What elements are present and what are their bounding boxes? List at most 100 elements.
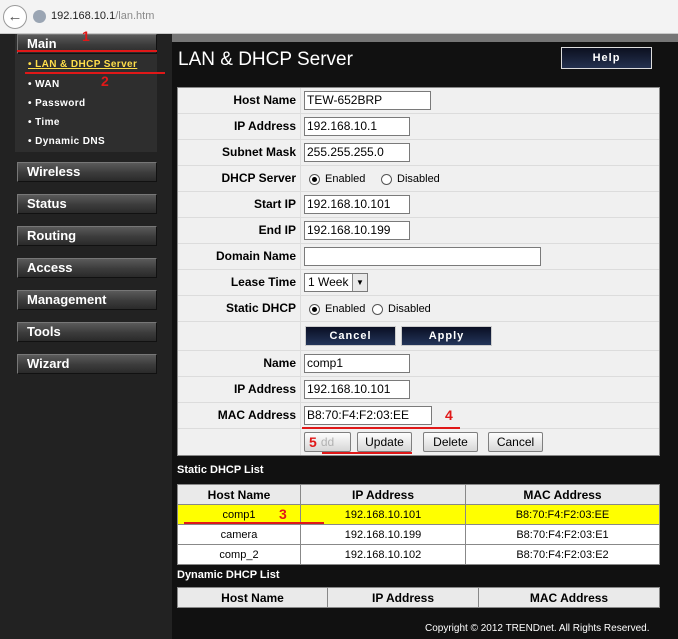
subnav-lan-dhcp-server[interactable]: • LAN & DHCP Server (28, 59, 137, 70)
end-ip-row: End IP 192.168.10.199 (178, 218, 659, 244)
end-ip-label: End IP (178, 218, 301, 243)
dhcp-server-row: DHCP Server Enabled Disabled (178, 166, 659, 192)
table-row[interactable]: comp_2 192.168.10.102 B8:70:F4:F2:03:E2 (177, 544, 660, 565)
subnav-time[interactable]: • Time (28, 117, 60, 128)
annotation-underline-3 (184, 522, 324, 524)
static-mac-input[interactable]: B8:70:F4:F2:03:EE (304, 406, 432, 425)
subnet-mask-label: Subnet Mask (178, 140, 301, 165)
annotation-underline-2 (25, 72, 165, 74)
static-ip-label: IP Address (178, 377, 301, 402)
static-ip-input[interactable]: 192.168.10.101 (304, 380, 410, 399)
static-mac-label: MAC Address (178, 403, 301, 428)
dynamic-dhcp-table: Host Name IP Address MAC Address (177, 587, 660, 608)
subnav-wan[interactable]: • WAN (28, 79, 60, 90)
row-ip-address: 192.168.10.102 (300, 544, 466, 565)
end-ip-input[interactable]: 192.168.10.199 (304, 221, 410, 240)
delete-button[interactable]: Delete (423, 432, 478, 452)
dhcp-server-label: DHCP Server (178, 166, 301, 191)
nav-tools-button[interactable]: Tools (17, 322, 157, 342)
dynamic-dhcp-list-title: Dynamic DHCP List (177, 569, 280, 581)
col-host-name: Host Name (177, 484, 301, 505)
nav-routing-button[interactable]: Routing (17, 226, 157, 246)
header-strip (172, 34, 678, 42)
col-host-name: Host Name (177, 587, 328, 608)
nav-status-button[interactable]: Status (17, 194, 157, 214)
annotation-underline-1 (17, 50, 157, 52)
table-row[interactable]: camera 192.168.10.199 B8:70:F4:F2:03:E1 (177, 524, 660, 545)
cancel-static-button[interactable]: Cancel (488, 432, 543, 452)
static-disabled-radio[interactable]: Disabled (372, 296, 431, 322)
start-ip-input[interactable]: 192.168.10.101 (304, 195, 410, 214)
static-enabled-radio[interactable]: Enabled (309, 296, 365, 322)
cancel-button[interactable]: Cancel (305, 326, 396, 346)
nav-wizard-button[interactable]: Wizard (17, 354, 157, 374)
copyright-footer: Copyright © 2012 TRENDnet. All Rights Re… (425, 623, 650, 634)
annotation-number-3: 3 (279, 506, 287, 522)
static-dhcp-list-title: Static DHCP List (177, 464, 264, 476)
dhcp-disabled-radio[interactable]: Disabled (381, 166, 440, 192)
globe-icon (33, 10, 46, 23)
annotation-number-1: 1 (82, 28, 90, 44)
static-dhcp-row: Static DHCP Enabled Disabled (178, 296, 659, 322)
url-field[interactable]: 192.168.10.1/lan.htm (51, 10, 154, 22)
row-host-name: camera (177, 524, 301, 545)
content-area: LAN & DHCP Server Help Host Name TEW-652… (172, 34, 678, 639)
nav-access-button[interactable]: Access (17, 258, 157, 278)
ip-address-input[interactable]: 192.168.10.1 (304, 117, 410, 136)
table-header-row: Host Name IP Address MAC Address (177, 587, 660, 608)
ip-address-label: IP Address (178, 114, 301, 139)
annotation-number-5: 5 (309, 434, 317, 450)
annotation-underline-5 (322, 452, 412, 454)
static-mac-row: MAC Address B8:70:F4:F2:03:EE (178, 403, 659, 429)
domain-name-input[interactable] (304, 247, 541, 266)
page-title: LAN & DHCP Server (178, 49, 353, 70)
static-name-input[interactable]: comp1 (304, 354, 410, 373)
static-name-label: Name (178, 351, 301, 376)
nav-wireless-button[interactable]: Wireless (17, 162, 157, 182)
row-mac-address: B8:70:F4:F2:03:E2 (465, 544, 660, 565)
row-ip-address: 192.168.10.101 (300, 504, 466, 525)
lease-time-select[interactable]: 1 Week ▼ (304, 273, 368, 292)
radio-selected-icon (309, 303, 320, 315)
static-ip-row: IP Address 192.168.10.101 (178, 377, 659, 403)
subnet-mask-row: Subnet Mask 255.255.255.0 (178, 140, 659, 166)
subnav-dynamic-dns[interactable]: • Dynamic DNS (28, 136, 105, 147)
static-actions-row: dd Update Delete Cancel (178, 429, 659, 455)
chevron-down-icon: ▼ (352, 274, 367, 291)
static-dhcp-table: Host Name IP Address MAC Address comp1 1… (177, 484, 660, 565)
col-mac-address: MAC Address (478, 587, 660, 608)
domain-name-label: Domain Name (178, 244, 301, 269)
lease-time-row: Lease Time 1 Week ▼ (178, 270, 659, 296)
static-name-row: Name comp1 (178, 351, 659, 377)
sidebar: Main • LAN & DHCP Server • WAN • Passwor… (0, 28, 172, 639)
apply-row: Cancel Apply (178, 322, 659, 351)
static-dhcp-label: Static DHCP (178, 296, 301, 321)
help-button[interactable]: Help (561, 47, 652, 69)
subnav-password[interactable]: • Password (28, 98, 86, 109)
subnet-mask-input[interactable]: 255.255.255.0 (304, 143, 410, 162)
nav-management-button[interactable]: Management (17, 290, 157, 310)
back-arrow-icon[interactable]: ← (3, 5, 27, 29)
apply-button[interactable]: Apply (401, 326, 492, 346)
radio-unselected-icon (372, 303, 383, 315)
annotation-underline-4 (302, 427, 460, 429)
browser-address-bar: ← 192.168.10.1/lan.htm (0, 0, 678, 34)
annotation-number-2: 2 (101, 73, 109, 89)
host-name-row: Host Name TEW-652BRP (178, 88, 659, 114)
annotation-number-4: 4 (445, 407, 453, 423)
row-mac-address: B8:70:F4:F2:03:E1 (465, 524, 660, 545)
domain-name-row: Domain Name (178, 244, 659, 270)
row-ip-address: 192.168.10.199 (300, 524, 466, 545)
dhcp-enabled-radio[interactable]: Enabled (309, 166, 365, 192)
host-name-label: Host Name (178, 88, 301, 113)
row-host-name: comp_2 (177, 544, 301, 565)
radio-unselected-icon (381, 173, 392, 185)
lease-time-label: Lease Time (178, 270, 301, 295)
update-button[interactable]: Update (357, 432, 412, 452)
row-mac-address: B8:70:F4:F2:03:EE (465, 504, 660, 525)
radio-selected-icon (309, 173, 320, 185)
start-ip-row: Start IP 192.168.10.101 (178, 192, 659, 218)
table-header-row: Host Name IP Address MAC Address (177, 484, 660, 505)
col-mac-address: MAC Address (465, 484, 660, 505)
host-name-input[interactable]: TEW-652BRP (304, 91, 431, 110)
